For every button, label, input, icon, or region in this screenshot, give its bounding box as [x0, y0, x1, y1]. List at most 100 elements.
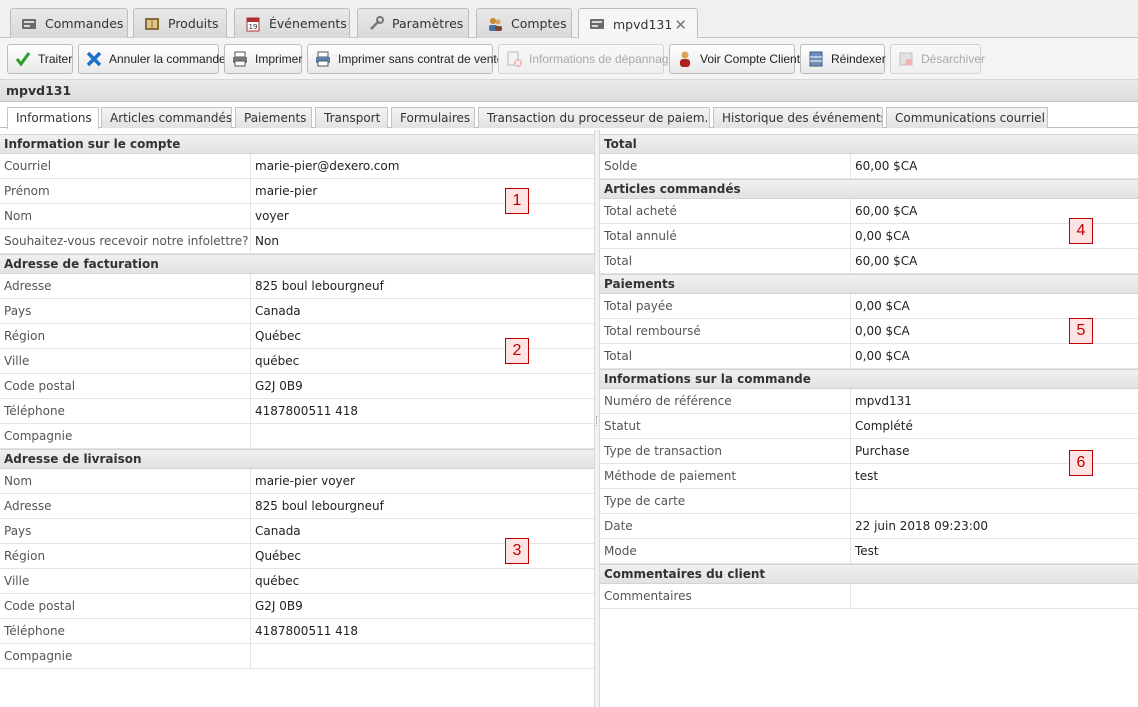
shipping-address-row: Adresse 825 boul lebourgneuf — [0, 494, 594, 519]
row-value: marie-pier@dexero.com — [255, 159, 400, 173]
tab-order-mpvd131[interactable]: mpvd131 ✕ — [578, 8, 698, 39]
tab-paiements[interactable]: Paiements — [235, 107, 312, 128]
row-value: 0,00 $CA — [855, 299, 910, 313]
wrench-icon — [368, 15, 384, 32]
row-label: Solde — [600, 154, 851, 178]
row-label: Adresse — [0, 494, 251, 518]
row-value: Canada — [255, 304, 301, 318]
section-items-title: Articles commandés — [600, 179, 1138, 199]
process-button-label: Traiter — [38, 52, 73, 66]
tab-formulaires[interactable]: Formulaires — [391, 107, 475, 128]
order-mode-row: Mode Test — [600, 539, 1138, 564]
account-newsletter-row: Souhaitez-vous recevoir notre infolettre… — [0, 229, 594, 254]
annotation-marker-2: 2 — [505, 338, 529, 364]
cancel-order-button[interactable]: Annuler la commande — [78, 44, 226, 74]
tab-commandes[interactable]: Commandes — [10, 8, 128, 38]
process-button[interactable]: Traiter — [7, 44, 73, 74]
row-value: G2J 0B9 — [255, 379, 303, 393]
shipping-city-row: Ville québec — [0, 569, 594, 594]
close-icon[interactable]: ✕ — [674, 16, 687, 34]
print-button[interactable]: Imprimer — [224, 44, 302, 74]
total-balance-row: Solde 60,00 $CA — [600, 154, 1138, 179]
account-email-row: Courriel marie-pier@dexero.com — [0, 154, 594, 179]
row-value: 0,00 $CA — [855, 229, 910, 243]
troubleshooting-info-button[interactable]: Informations de dépannage — [498, 44, 675, 74]
tab-label: Comptes — [511, 16, 567, 31]
tab-comptes[interactable]: Comptes — [476, 8, 572, 38]
row-label: Type de carte — [600, 489, 851, 513]
print-button-label: Imprimer — [255, 52, 303, 66]
tab-communications-courriel[interactable]: Communications courriel — [886, 107, 1048, 128]
tab-label: mpvd131 — [613, 16, 673, 32]
annotation-marker-4: 4 — [1069, 218, 1093, 244]
tab-articles-commandes[interactable]: Articles commandés — [101, 107, 232, 128]
detail-tab-bar: Informations Articles commandés Paiement… — [0, 102, 1138, 129]
items-total-row: Total 60,00 $CA — [600, 249, 1138, 274]
action-toolbar: Traiter Annuler la commande Imprimer Imp… — [0, 38, 1138, 80]
row-value: 825 boul lebourgneuf — [255, 499, 384, 513]
row-label: Commentaires — [600, 584, 851, 608]
unarchive-button[interactable]: Désarchiver — [890, 44, 985, 74]
tab-transaction-processeur[interactable]: Transaction du processeur de paiem... — [478, 107, 710, 128]
splitter-grip[interactable] — [596, 416, 598, 426]
billing-address-row: Adresse 825 boul lebourgneuf — [0, 274, 594, 299]
tab-informations[interactable]: Informations — [7, 107, 99, 129]
row-value: Test — [855, 544, 879, 558]
row-value: 4187800511 418 — [255, 624, 359, 638]
accounts-icon — [487, 16, 503, 32]
annotation-marker-5: 5 — [1069, 318, 1093, 344]
tab-evenements[interactable]: 19 Événements — [234, 8, 350, 38]
row-label: Type de transaction — [600, 439, 851, 463]
tab-historique-evenements[interactable]: Historique des événements — [713, 107, 883, 128]
tab-label: Paramètres — [392, 16, 464, 31]
row-label: Ville — [0, 569, 251, 593]
tab-transport[interactable]: Transport — [315, 107, 388, 128]
order-payment-method-row: Méthode de paiement test — [600, 464, 1138, 489]
cross-icon — [85, 50, 103, 68]
payments-refunded-row: Total remboursé 0,00 $CA — [600, 319, 1138, 344]
calendar-icon: 19 — [245, 16, 261, 32]
row-label: Téléphone — [0, 399, 251, 423]
user-icon — [676, 50, 694, 68]
order-card-type-row: Type de carte — [600, 489, 1138, 514]
orders-icon — [21, 16, 37, 32]
unarchive-button-label: Désarchiver — [921, 52, 986, 66]
section-billing-title: Adresse de facturation — [0, 254, 594, 274]
row-value: mpvd131 — [855, 394, 912, 408]
shipping-phone-row: Téléphone 4187800511 418 — [0, 619, 594, 644]
reindex-button[interactable]: Réindexer — [800, 44, 886, 74]
section-comments-title: Commentaires du client — [600, 564, 1138, 584]
row-label: Total — [600, 249, 851, 273]
row-label: Région — [0, 544, 251, 568]
row-label: Pays — [0, 299, 251, 323]
billing-postal-row: Code postal G2J 0B9 — [0, 374, 594, 399]
section-order-info-title: Informations sur la commande — [600, 369, 1138, 389]
tab-label: Événements — [269, 16, 347, 31]
row-value: marie-pier — [255, 184, 318, 198]
row-value: québec — [255, 354, 300, 368]
row-label: Code postal — [0, 374, 251, 398]
document-error-icon — [505, 50, 523, 68]
row-value: marie-pier voyer — [255, 474, 355, 488]
row-label: Statut — [600, 414, 851, 438]
row-value: G2J 0B9 — [255, 599, 303, 613]
shipping-postal-row: Code postal G2J 0B9 — [0, 594, 594, 619]
row-value: voyer — [255, 209, 289, 223]
row-value: Canada — [255, 524, 301, 538]
row-label: Ville — [0, 349, 251, 373]
row-value: Purchase — [855, 444, 910, 458]
order-transaction-type-row: Type de transaction Purchase — [600, 439, 1138, 464]
shipping-company-row: Compagnie — [0, 644, 594, 669]
order-title-bar: mpvd131 — [0, 80, 1138, 102]
section-account-title: Information sur le compte — [0, 134, 594, 154]
check-icon — [14, 50, 32, 68]
row-label: Souhaitez-vous recevoir notre infolettre… — [0, 229, 251, 253]
print-without-contract-button[interactable]: Imprimer sans contrat de vente — [307, 44, 503, 74]
view-client-account-button[interactable]: Voir Compte Client — [669, 44, 800, 74]
row-label: Compagnie — [0, 424, 251, 448]
tab-produits[interactable]: Produits — [133, 8, 227, 38]
row-value: 60,00 $CA — [855, 204, 918, 218]
tab-parametres[interactable]: Paramètres — [357, 8, 469, 38]
billing-phone-row: Téléphone 4187800511 418 — [0, 399, 594, 424]
row-label: Prénom — [0, 179, 251, 203]
